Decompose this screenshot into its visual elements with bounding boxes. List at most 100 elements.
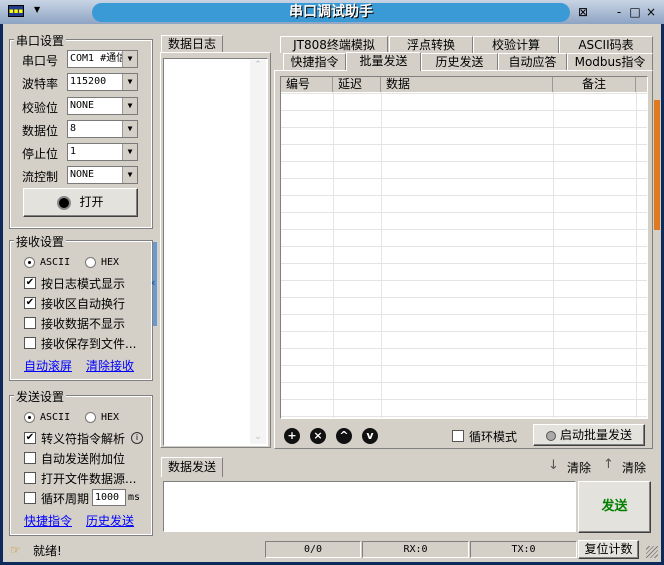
receive-option-checkbox[interactable]: ✔ (24, 297, 36, 309)
receive-option-label: 按日志模式显示 (41, 275, 125, 292)
send-option-checkbox[interactable] (24, 452, 36, 464)
app-menu-icon[interactable]: ▪▪▪ (8, 5, 24, 17)
move-up-icon[interactable]: ^ (336, 428, 352, 444)
receive-ascii-label: ASCII (40, 257, 70, 268)
send-option-label: 自动发送附加位 (41, 450, 125, 467)
pin-icon[interactable]: ⊠ (576, 5, 590, 19)
serial-field-select[interactable]: COM1 #通信▼ (67, 50, 138, 68)
clear-send-arrow-icon[interactable]: ↓ (548, 458, 559, 473)
chevron-down-icon[interactable]: ▼ (122, 98, 137, 114)
clear-up-arrow-icon[interactable]: ↑ (603, 457, 614, 472)
count-display: 0/0 (265, 541, 361, 558)
tx-count: TX:0 (470, 541, 577, 558)
tab-row1[interactable]: ASCII码表 (559, 36, 653, 53)
send-button[interactable]: 发送 (578, 481, 651, 533)
column-id[interactable]: 编号 (281, 77, 333, 92)
tab-row2[interactable]: 自动应答 (498, 53, 567, 70)
auto-scroll-link[interactable]: 自动滚屏 (24, 357, 72, 374)
open-port-button[interactable]: 打开 (23, 188, 138, 217)
send-settings-title: 发送设置 (14, 388, 66, 405)
serial-field-label: 串口号 (22, 52, 58, 69)
period-input[interactable]: 1000 (92, 489, 126, 506)
open-port-label: 打开 (79, 195, 103, 209)
send-ascii-label: ASCII (40, 412, 70, 423)
resize-grip[interactable] (646, 546, 658, 558)
log-scrollbar[interactable]: ⌃⌄ (250, 60, 266, 444)
start-batch-label: 启动批量发送 (560, 428, 632, 442)
serial-field-select[interactable]: NONE ▼ (67, 166, 138, 184)
menu-dropdown-icon[interactable]: ▼ (34, 5, 40, 14)
batch-table[interactable]: 编号 延迟 数据 备注 (280, 76, 648, 419)
close-button[interactable]: × (644, 5, 658, 19)
status-text: 就绪! (33, 542, 62, 559)
serial-settings-title: 串口设置 (14, 32, 66, 49)
receive-hex-label: HEX (101, 257, 119, 268)
tab-row1[interactable]: 浮点转换 (389, 36, 473, 53)
send-option-checkbox[interactable] (24, 472, 36, 484)
tab-row1[interactable]: JT808终端模拟 (280, 36, 388, 53)
quick-command-link[interactable]: 快捷指令 (24, 512, 72, 529)
tab-data-send[interactable]: 数据发送 (161, 457, 223, 477)
add-row-icon[interactable]: + (284, 428, 300, 444)
column-delay[interactable]: 延迟 (333, 77, 381, 92)
receive-option-label: 接收数据不显示 (41, 315, 125, 332)
delete-row-icon[interactable]: × (310, 428, 326, 444)
history-send-link[interactable]: 历史发送 (86, 512, 134, 529)
serial-field-label: 流控制 (22, 168, 58, 185)
reset-count-button[interactable]: 复位计数 (578, 540, 639, 559)
column-note[interactable]: 备注 (553, 77, 636, 92)
orange-scroll-indicator[interactable] (654, 100, 660, 230)
send-ascii-radio[interactable] (24, 412, 35, 423)
chevron-down-icon[interactable]: ▼ (122, 74, 137, 90)
serial-field-value: 1 (70, 146, 76, 157)
tab-row2[interactable]: 快捷指令 (283, 53, 346, 70)
chevron-down-icon[interactable]: ▼ (122, 167, 137, 183)
rx-count: RX:0 (362, 541, 469, 558)
clear-button-2[interactable]: 清除 (622, 459, 646, 476)
receive-option-checkbox[interactable]: ✔ (24, 277, 36, 289)
serial-field-label: 停止位 (22, 145, 58, 162)
receive-option-checkbox[interactable] (24, 337, 36, 349)
send-hex-label: HEX (101, 412, 119, 423)
receive-ascii-radio[interactable] (24, 257, 35, 268)
receive-option-checkbox[interactable] (24, 317, 36, 329)
tab-data-log[interactable]: 数据日志 (161, 35, 223, 53)
receive-settings-title: 接收设置 (14, 233, 66, 250)
tab-row2[interactable]: 历史发送 (421, 53, 498, 70)
receive-option-label: 接收区自动换行 (41, 295, 125, 312)
send-hex-radio[interactable] (85, 412, 96, 423)
info-icon[interactable]: i (131, 432, 143, 444)
chevron-down-icon[interactable]: ▼ (122, 144, 137, 160)
serial-field-value: COM1 #通信 (70, 53, 126, 64)
period-unit: ms (128, 492, 140, 503)
clear-receive-link[interactable]: 清除接收 (86, 357, 134, 374)
serial-field-value: NONE (70, 100, 94, 111)
minimize-button[interactable]: - (612, 5, 626, 19)
serial-field-value: NONE (70, 169, 94, 180)
receive-hex-radio[interactable] (85, 257, 96, 268)
serial-field-select[interactable]: NONE ▼ (67, 97, 138, 115)
serial-field-label: 数据位 (22, 122, 58, 139)
collapse-arrow-icon[interactable]: ‹ (151, 276, 156, 289)
send-option-checkbox[interactable]: ✔ (24, 432, 36, 444)
tab-row2[interactable]: 批量发送 (346, 52, 421, 71)
serial-field-select[interactable]: 1▼ (67, 143, 138, 161)
tab-row1[interactable]: 校验计算 (473, 36, 559, 53)
column-extra (636, 77, 648, 92)
serial-field-select[interactable]: 115200▼ (67, 73, 138, 91)
maximize-button[interactable]: □ (628, 5, 642, 19)
send-option-label: 循环周期 (41, 490, 89, 507)
move-down-icon[interactable]: v (362, 428, 378, 444)
send-option-checkbox[interactable] (24, 492, 36, 504)
clear-send-button[interactable]: 清除 (567, 459, 591, 476)
status-dot-icon (546, 431, 556, 441)
title-bar[interactable]: ▪▪▪ ▼ 串口调试助手 ⊠ - □ × (0, 0, 664, 24)
loop-mode-checkbox[interactable] (452, 430, 464, 442)
chevron-down-icon[interactable]: ▼ (122, 51, 137, 67)
column-data[interactable]: 数据 (381, 77, 553, 92)
tab-row2[interactable]: Modbus指令 (567, 53, 653, 70)
chevron-down-icon[interactable]: ▼ (122, 121, 137, 137)
start-batch-send-button[interactable]: 启动批量发送 (533, 424, 645, 446)
send-input[interactable] (163, 481, 576, 532)
serial-field-select[interactable]: 8▼ (67, 120, 138, 138)
